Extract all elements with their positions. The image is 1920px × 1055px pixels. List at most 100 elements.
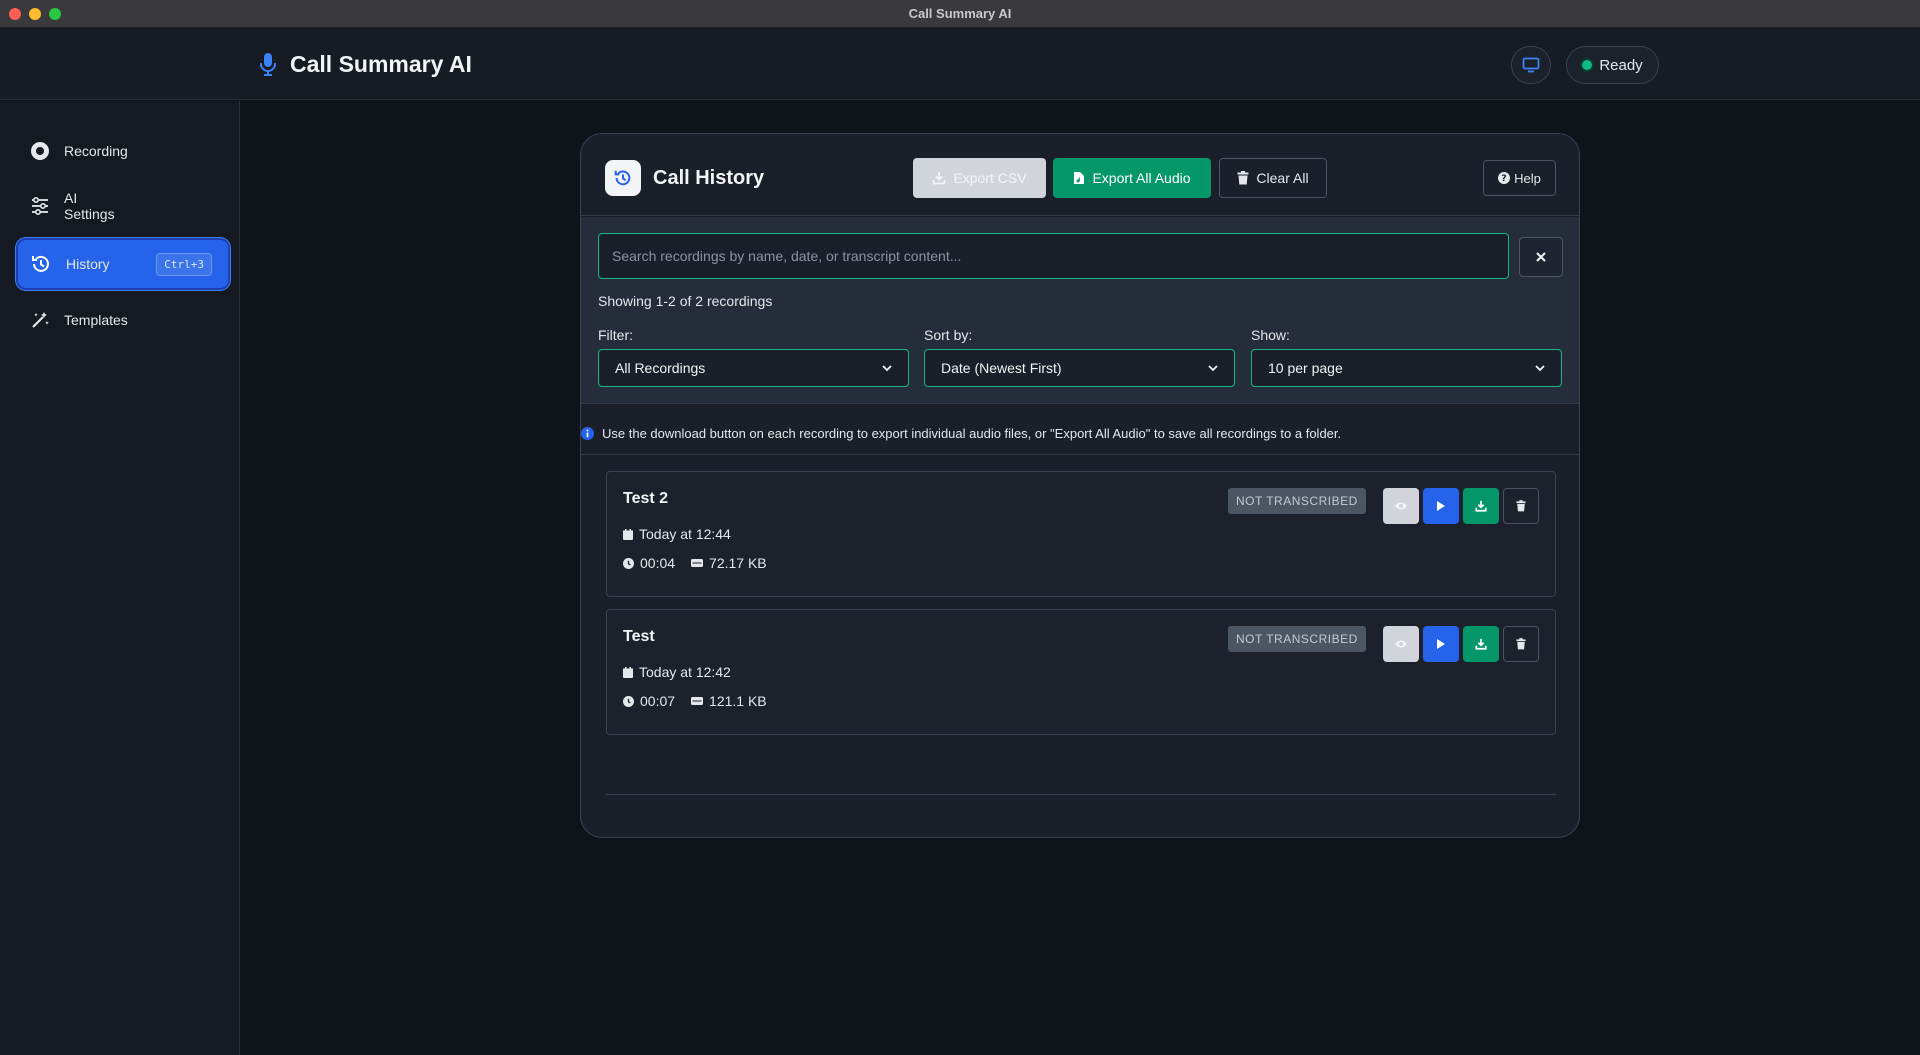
sidebar-item-recording[interactable]: Recording — [18, 139, 228, 163]
sidebar-item-history[interactable]: History Ctrl+3 — [18, 240, 228, 288]
pagination-divider — [606, 794, 1556, 795]
recording-date: Today at 12:44 — [623, 526, 731, 542]
window-titlebar: Call Summary AI — [0, 0, 1920, 28]
question-circle-icon: ? — [1498, 172, 1511, 184]
shortcut-badge: Ctrl+3 — [156, 252, 212, 276]
hard-drive-icon — [691, 559, 704, 567]
filter-select[interactable]: All Recordings — [598, 349, 909, 387]
record-icon — [31, 142, 49, 160]
clock-icon — [623, 695, 634, 707]
clock-icon — [623, 557, 634, 569]
download-button[interactable] — [1463, 488, 1499, 524]
sort-label: Sort by: — [924, 327, 973, 343]
filter-label: Filter: — [598, 327, 633, 343]
status-indicator: Ready — [1566, 46, 1659, 84]
audio-file-icon — [1074, 172, 1085, 184]
page-size-select[interactable]: 10 per page — [1251, 349, 1562, 387]
close-icon — [1536, 252, 1546, 262]
search-filter-section: Showing 1-2 of 2 recordings Filter: All … — [581, 217, 1579, 404]
magic-wand-icon — [32, 312, 49, 328]
size-text: 121.1 KB — [709, 693, 767, 709]
recording-card[interactable]: Test 2 Today at 12:44 00:04 72.17 KB NOT… — [606, 471, 1556, 597]
sliders-icon — [32, 196, 48, 216]
view-button[interactable] — [1383, 626, 1419, 662]
divider — [581, 454, 1579, 455]
eye-icon — [1395, 640, 1407, 648]
window-title: Call Summary AI — [908, 6, 1012, 21]
chevron-down-icon — [1535, 364, 1545, 371]
status-dot — [1582, 60, 1593, 70]
size-text: 72.17 KB — [709, 555, 767, 571]
filter-value: All Recordings — [615, 360, 706, 376]
sort-value: Date (Newest First) — [941, 360, 1062, 376]
download-button[interactable] — [1463, 626, 1499, 662]
download-icon — [1475, 638, 1487, 650]
minimize-window-button[interactable] — [29, 8, 41, 20]
window-controls — [9, 8, 61, 20]
help-label: Help — [1514, 170, 1541, 186]
chevron-down-icon — [1208, 364, 1218, 371]
history-icon — [32, 255, 49, 272]
sidebar-item-ai-settings[interactable]: AI Settings — [18, 189, 228, 223]
recording-meta: 00:04 72.17 KB — [623, 555, 767, 571]
results-count: Showing 1-2 of 2 recordings — [598, 293, 773, 309]
sidebar-item-label: Recording — [64, 143, 128, 159]
sidebar-item-templates[interactable]: Templates — [18, 308, 228, 332]
duration-text: 00:07 — [640, 693, 676, 709]
clear-all-button[interactable]: Clear All — [1219, 158, 1327, 198]
info-text: Use the download button on each recordin… — [602, 426, 1342, 441]
date-text: Today at 12:44 — [639, 526, 731, 542]
recording-meta: 00:07 121.1 KB — [623, 693, 767, 709]
download-icon — [933, 172, 946, 185]
status-badge: NOT TRANSCRIBED — [1228, 626, 1366, 652]
history-icon-box — [605, 160, 641, 196]
play-icon — [1437, 639, 1445, 649]
calendar-icon — [623, 528, 633, 540]
search-input[interactable] — [598, 233, 1509, 279]
status-text: Ready — [1599, 56, 1643, 74]
play-button[interactable] — [1423, 488, 1459, 524]
close-window-button[interactable] — [9, 8, 21, 20]
show-label: Show: — [1251, 327, 1290, 343]
export-all-audio-button[interactable]: Export All Audio — [1053, 158, 1211, 198]
view-button[interactable] — [1383, 488, 1419, 524]
recording-card[interactable]: Test Today at 12:42 00:07 121.1 KB NOT T… — [606, 609, 1556, 735]
export-csv-label: Export CSV — [953, 170, 1027, 186]
page-size-value: 10 per page — [1268, 360, 1343, 376]
date-text: Today at 12:42 — [639, 664, 731, 680]
help-button[interactable]: ? Help — [1483, 160, 1556, 196]
trash-icon — [1516, 638, 1526, 650]
export-all-audio-label: Export All Audio — [1092, 170, 1191, 186]
microphone-icon — [260, 53, 276, 76]
page-title: Call History — [653, 167, 765, 189]
clear-search-button[interactable] — [1519, 237, 1563, 277]
trash-icon — [1516, 500, 1526, 512]
download-icon — [1475, 500, 1487, 512]
hard-drive-icon — [691, 697, 704, 705]
sidebar-item-label: History — [66, 256, 110, 272]
history-icon — [614, 170, 631, 186]
duration-text: 00:04 — [640, 555, 676, 571]
recording-date: Today at 12:42 — [623, 664, 731, 680]
calendar-icon — [623, 666, 633, 678]
display-toggle-button[interactable] — [1511, 46, 1551, 84]
export-csv-button[interactable]: Export CSV — [913, 158, 1046, 198]
sidebar-item-label: AI Settings — [64, 190, 115, 222]
monitor-icon — [1522, 57, 1540, 73]
delete-button[interactable] — [1503, 488, 1539, 524]
status-badge: NOT TRANSCRIBED — [1228, 488, 1366, 514]
eye-icon — [1395, 502, 1407, 510]
recording-name: Test 2 — [623, 490, 669, 507]
clear-all-label: Clear All — [1256, 170, 1309, 186]
trash-icon — [1237, 171, 1249, 185]
delete-button[interactable] — [1503, 626, 1539, 662]
info-icon — [581, 427, 594, 440]
zoom-window-button[interactable] — [49, 8, 61, 20]
play-button[interactable] — [1423, 626, 1459, 662]
recording-name: Test — [623, 628, 655, 645]
app-header: Call Summary AI Ready — [0, 28, 1920, 100]
sidebar: Recording AI Settings History Ctrl+3 Tem… — [0, 101, 240, 1055]
sort-select[interactable]: Date (Newest First) — [924, 349, 1235, 387]
sidebar-item-label: Templates — [64, 312, 128, 328]
call-history-panel: Call History Export CSV Export All Audio… — [580, 133, 1580, 838]
